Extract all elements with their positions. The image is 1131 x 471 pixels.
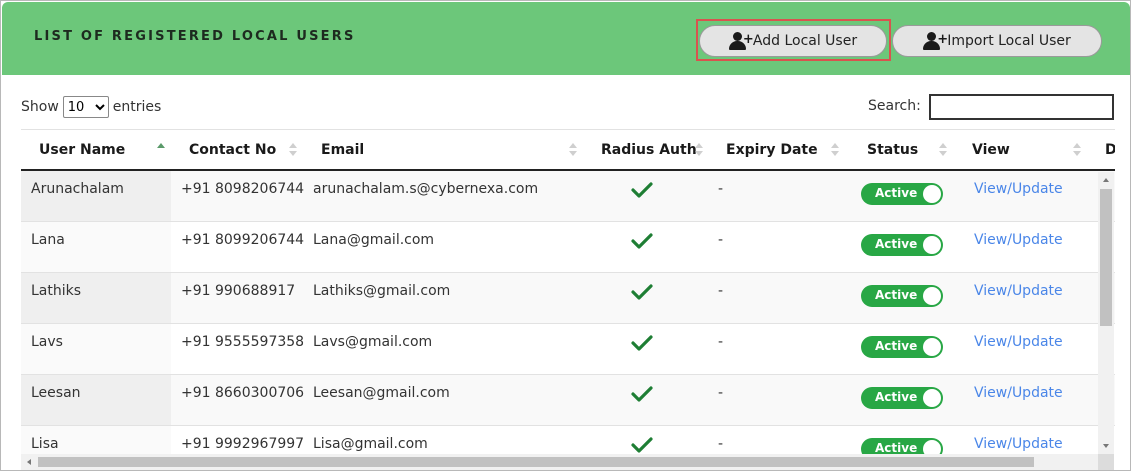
scroll-left-icon[interactable]	[27, 459, 31, 465]
toggle-knob	[923, 338, 941, 356]
view-update-link[interactable]: View/Update	[974, 385, 1063, 401]
expiry-cell: -	[718, 385, 724, 401]
email-cell: Lisa@gmail.com	[313, 436, 428, 452]
checkmark-icon	[631, 335, 653, 351]
user-name-cell: Lana	[31, 232, 65, 248]
table-body: Arunachalam +91 8098206744 arunachalam.s@c…	[21, 171, 1115, 470]
status-toggle[interactable]: Active	[861, 234, 943, 256]
search-label: Search:	[868, 98, 921, 114]
contact-cell: +91 9555597358	[181, 334, 305, 350]
table-row: Leesan +91 8660300706 Leesan@gmail.com - Act…	[21, 375, 1115, 426]
contact-cell: +91 990688917	[181, 283, 296, 299]
table-row: Arunachalam +91 8098206744 arunachalam.s@c…	[21, 171, 1115, 222]
import-local-user-button[interactable]: + Import Local User	[892, 25, 1102, 57]
status-label: Active	[875, 288, 918, 302]
checkmark-icon	[631, 284, 653, 300]
email-cell: Lavs@gmail.com	[313, 334, 433, 350]
show-entries-control: Show 10 entries	[21, 96, 161, 118]
user-plus-icon: +	[923, 32, 948, 50]
table-header: User Name Contact No Email Radius Auth E…	[21, 129, 1115, 171]
show-label: Show	[21, 99, 59, 115]
scrollbar-corner	[1098, 454, 1114, 470]
col-expiry-date[interactable]: Expiry Date	[726, 142, 818, 158]
add-local-user-button[interactable]: + Add Local User	[699, 25, 887, 57]
email-cell: arunachalam.s@cybernexa.com	[313, 181, 539, 197]
user-name-cell: Lavs	[31, 334, 63, 350]
entries-label: entries	[112, 99, 162, 115]
toggle-knob	[923, 236, 941, 254]
view-update-link[interactable]: View/Update	[974, 283, 1063, 299]
user-name-cell: Lisa	[31, 436, 59, 452]
status-label: Active	[875, 237, 918, 251]
email-cell: Leesan@gmail.com	[313, 385, 450, 401]
scroll-down-icon[interactable]	[1103, 444, 1109, 448]
horizontal-scrollbar[interactable]	[21, 454, 1114, 470]
user-name-cell: Arunachalam	[31, 181, 124, 197]
contact-cell: +91 8098206744	[181, 181, 305, 197]
import-local-user-label: Import Local User	[947, 33, 1071, 49]
checkmark-icon	[631, 437, 653, 453]
horizontal-scroll-thumb[interactable]	[38, 457, 1034, 467]
col-d[interactable]: D	[1105, 142, 1115, 158]
col-contact-no[interactable]: Contact No	[189, 142, 276, 158]
checkmark-icon	[631, 182, 653, 198]
status-toggle[interactable]: Active	[861, 183, 943, 205]
contact-cell: +91 8099206744	[181, 232, 305, 248]
user-plus-icon: +	[728, 32, 754, 50]
sort-icon[interactable]	[1073, 143, 1081, 157]
add-local-user-label: Add Local User	[752, 33, 858, 49]
expiry-cell: -	[718, 283, 724, 299]
col-email[interactable]: Email	[321, 142, 364, 158]
expiry-cell: -	[718, 181, 724, 197]
email-cell: Lathiks@gmail.com	[313, 283, 451, 299]
toggle-knob	[923, 287, 941, 305]
status-label: Active	[875, 186, 918, 200]
status-toggle[interactable]: Active	[861, 387, 943, 409]
sort-icon[interactable]	[831, 143, 839, 157]
user-name-cell: Lathiks	[31, 283, 82, 299]
vertical-scrollbar[interactable]	[1098, 172, 1114, 454]
col-user-name[interactable]: User Name	[39, 142, 125, 158]
vertical-scroll-thumb[interactable]	[1100, 189, 1112, 326]
expiry-cell: -	[718, 436, 724, 452]
checkmark-icon	[631, 386, 653, 402]
email-cell: Lana@gmail.com	[313, 232, 435, 248]
table-row: Lathiks +91 990688917 Lathiks@gmail.com - Ac…	[21, 273, 1115, 324]
status-toggle[interactable]: Active	[861, 285, 943, 307]
users-panel: LIST OF REGISTERED LOCAL USERS + Add Loc…	[0, 0, 1131, 471]
table-row: Lana +91 8099206744 Lana@gmail.com - Active V…	[21, 222, 1115, 273]
contact-cell: +91 9992967997	[181, 436, 305, 452]
scroll-up-icon[interactable]	[1103, 178, 1109, 182]
status-label: Active	[875, 441, 918, 455]
page-title: LIST OF REGISTERED LOCAL USERS	[34, 29, 356, 44]
expiry-cell: -	[718, 232, 724, 248]
view-update-link[interactable]: View/Update	[974, 181, 1063, 197]
col-radius-auth[interactable]: Radius Auth	[601, 142, 697, 158]
sort-icon[interactable]	[289, 143, 297, 157]
contact-cell: +91 8660300706	[181, 385, 305, 401]
sort-icon[interactable]	[939, 143, 947, 157]
entries-select[interactable]: 10	[62, 96, 109, 118]
checkmark-icon	[631, 233, 653, 249]
col-status[interactable]: Status	[867, 142, 918, 158]
sort-icon[interactable]	[695, 143, 703, 157]
sort-icon[interactable]	[569, 143, 577, 157]
table-row: Lavs +91 9555597358 Lavs@gmail.com - Active V…	[21, 324, 1115, 375]
search-input[interactable]	[929, 94, 1114, 120]
users-table: User Name Contact No Email Radius Auth E…	[21, 129, 1115, 470]
user-name-cell: Leesan	[31, 385, 81, 401]
status-label: Active	[875, 339, 918, 353]
status-label: Active	[875, 390, 918, 404]
view-update-link[interactable]: View/Update	[974, 334, 1063, 350]
expiry-cell: -	[718, 334, 724, 350]
toggle-knob	[923, 389, 941, 407]
status-toggle[interactable]: Active	[861, 336, 943, 358]
view-update-link[interactable]: View/Update	[974, 232, 1063, 248]
toggle-knob	[923, 185, 941, 203]
sort-asc-icon[interactable]	[157, 143, 165, 157]
view-update-link[interactable]: View/Update	[974, 436, 1063, 452]
col-view[interactable]: View	[972, 142, 1010, 158]
